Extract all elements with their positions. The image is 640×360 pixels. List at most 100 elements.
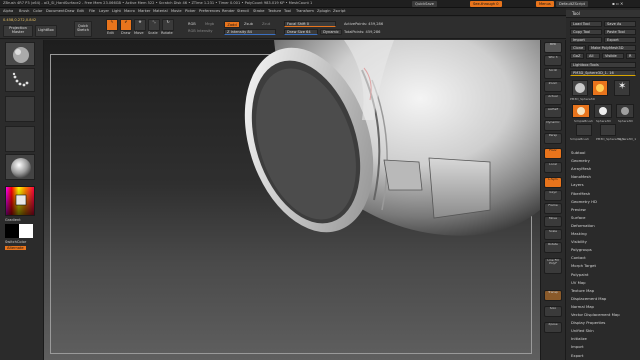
document-canvas[interactable] (44, 40, 540, 360)
menu-render[interactable]: Render (222, 9, 235, 13)
texture-selector[interactable] (5, 126, 35, 152)
menu-edit[interactable]: Edit (77, 9, 84, 13)
xpose-button[interactable]: Xpose (544, 322, 562, 333)
copy-tool-button[interactable]: Copy Tool (570, 29, 602, 35)
material-selector[interactable] (5, 154, 35, 180)
menus-button[interactable]: Menus (536, 1, 554, 7)
save-as-button[interactable]: Save As (604, 21, 636, 27)
quicksave-button[interactable]: QuickSave (412, 1, 437, 7)
lsym-button[interactable]: L.Sym (544, 177, 562, 188)
menu-texture[interactable]: Texture (268, 9, 281, 13)
tool-section-masking[interactable]: Masking (571, 231, 587, 236)
menu-zscript[interactable]: Zscript (333, 9, 345, 13)
menu-light[interactable]: Light (112, 9, 121, 13)
menu-stencil[interactable]: Stencil (237, 9, 249, 13)
menu-color[interactable]: Color (33, 9, 42, 13)
switch-color-button[interactable]: SwitchColor (5, 240, 26, 244)
dynamic-button[interactable]: Dynamic (320, 29, 342, 35)
current-tool-slider[interactable]: PM3D_Sphere3D_1. 16 (570, 70, 636, 76)
lightbox-button[interactable]: LightBox (35, 25, 57, 37)
menu-preferences[interactable]: Preferences (199, 9, 220, 13)
brush-selector[interactable] (5, 42, 35, 66)
dynamic-persp-button[interactable]: Dynamic (544, 120, 562, 131)
move-view-button[interactable]: Move (544, 216, 562, 227)
import-button[interactable]: Import (570, 37, 602, 43)
clone-button[interactable]: Clone (570, 45, 586, 51)
tool-section-visibility[interactable]: Visibility (571, 239, 587, 244)
zadd-button[interactable]: Zadd (224, 21, 240, 28)
edit-button[interactable]: ✎ (106, 19, 118, 31)
tool-thumb-simplebrush-1[interactable] (592, 80, 608, 96)
default-zscript-button[interactable]: DefaultZScript (556, 1, 589, 7)
gxyz-button[interactable]: Gxyz (544, 190, 562, 201)
tool-section-arraymesh[interactable]: ArrayMesh (571, 166, 591, 171)
spix-button[interactable]: SPix 3 (544, 55, 562, 66)
tool-section-morph-target[interactable]: Morph Target (571, 263, 596, 268)
make-polymesh-button[interactable]: Make PolyMesh3D (588, 45, 636, 51)
zsub-button[interactable]: Zsub (244, 22, 253, 26)
tool-section-normal-map[interactable]: Normal Map (571, 304, 594, 309)
tool-section-geometry[interactable]: Geometry (571, 158, 590, 163)
tool-thumb-sphere3d-2[interactable] (594, 104, 612, 118)
tool-thumb-simplebrush-2[interactable] (576, 124, 592, 136)
alpha-selector[interactable] (5, 96, 35, 122)
polyframe-button[interactable]: Line Fill PolyF (544, 258, 562, 274)
draw-size-slider[interactable]: Draw Size 64 (284, 29, 318, 35)
tool-section-vector-displacement-map[interactable]: Vector Displacement Map (571, 312, 620, 317)
zcut-button[interactable]: Zcut (262, 22, 270, 26)
menu-alpha[interactable]: Alpha (3, 9, 13, 13)
alternate-button[interactable]: Alternate (5, 246, 26, 250)
tool-section-deformation[interactable]: Deformation (571, 223, 595, 228)
rgb-intensity-slider[interactable]: RGB Intensity (188, 29, 213, 33)
tool-section-geometry-hd[interactable]: Geometry HD (571, 199, 597, 204)
tool-section-polypaint[interactable]: Polypaint (571, 272, 588, 277)
all-button[interactable]: All (586, 53, 600, 59)
bpr-button[interactable]: BPR (544, 42, 562, 53)
export-button[interactable]: Export (604, 37, 636, 43)
tool-section-polygroups[interactable]: Polygroups (571, 247, 592, 252)
tool-section-contact[interactable]: Contact (571, 255, 586, 260)
tool-section-unified-skin[interactable]: Unified Skin (571, 328, 594, 333)
menu-material[interactable]: Material (153, 9, 168, 13)
menu-file[interactable]: File (89, 9, 95, 13)
tool-section-uv-map[interactable]: UV Map (571, 280, 586, 285)
tool-thumb-pm3d-sphere-1[interactable] (600, 124, 616, 136)
tool-section-export[interactable]: Export (571, 353, 583, 358)
tool-section-display-properties[interactable]: Display Properties (571, 320, 605, 325)
primary-color-swatch[interactable] (19, 224, 33, 238)
tool-section-surface[interactable]: Surface (571, 215, 585, 220)
tool-section-initialize[interactable]: Initialize (571, 336, 587, 341)
z-intensity-slider[interactable]: Z Intensity 84 (224, 29, 276, 35)
menu-picker[interactable]: Picker (185, 9, 196, 13)
local-button[interactable]: Local (544, 162, 562, 173)
menu-draw[interactable]: Draw (65, 9, 74, 13)
r-button[interactable]: R (626, 53, 636, 59)
floor-button[interactable]: Floor (544, 148, 562, 159)
frame-button[interactable]: Frame (544, 203, 562, 214)
tool-palette-header[interactable]: Tool (566, 10, 640, 18)
visible-button[interactable]: Visible (602, 53, 624, 59)
tool-section-import[interactable]: Import (571, 344, 584, 349)
menu-layer[interactable]: Layer (99, 9, 109, 13)
menu-stroke[interactable]: Stroke (253, 9, 264, 13)
menu-brush[interactable]: Brush (19, 9, 29, 13)
tool-section-fibermesh[interactable]: FiberMesh (571, 191, 590, 196)
tool-section-subtool[interactable]: Subtool (571, 150, 585, 155)
lightbox-tools-button[interactable]: Lightbox›Tools (570, 62, 636, 68)
projection-master-button[interactable]: Projection Master (3, 25, 33, 37)
zoom-button[interactable]: Zoom (544, 81, 562, 92)
scroll-button[interactable]: Scroll (544, 68, 562, 79)
rotate-button[interactable]: ↻ (162, 19, 174, 31)
tool-thumb-star[interactable]: ✶ (614, 80, 630, 96)
tool-section-nanomesh[interactable]: NanoMesh (571, 174, 591, 179)
menu-document[interactable]: Document (46, 9, 65, 13)
tool-section-displacement-map[interactable]: Displacement Map (571, 296, 606, 301)
quick-sketch-button[interactable]: Quick Sketch (74, 21, 92, 37)
solo-button[interactable]: Solo (544, 306, 562, 317)
menu-transform[interactable]: Transform (296, 9, 314, 13)
tool-thumb-pm3d-sphere[interactable] (572, 80, 588, 96)
move-button[interactable]: ✥ (134, 19, 146, 31)
stroke-selector[interactable] (5, 68, 35, 92)
menu-movie[interactable]: Movie (171, 9, 182, 13)
tool-section-texture-map[interactable]: Texture Map (571, 288, 594, 293)
